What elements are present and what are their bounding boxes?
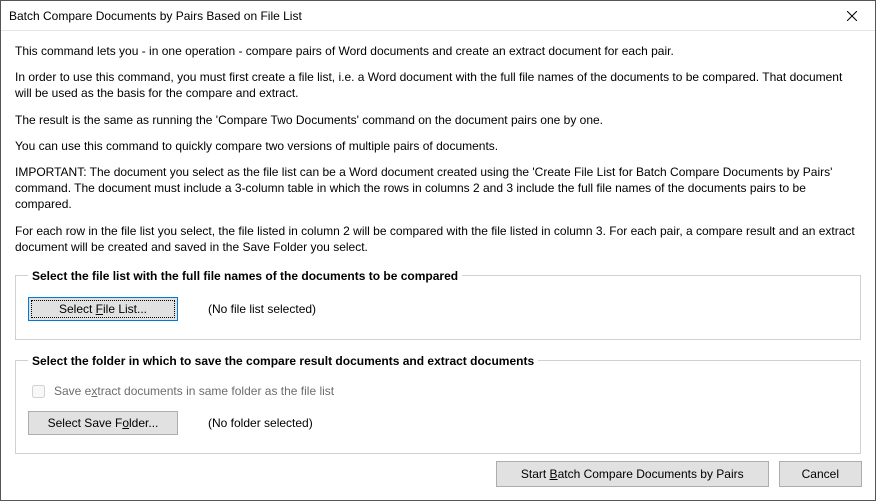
button-text-prefix: Select — [59, 302, 96, 316]
intro-paragraph-4: You can use this command to quickly comp… — [15, 138, 861, 154]
titlebar: Batch Compare Documents by Pairs Based o… — [1, 1, 875, 31]
checkbox-text-prefix: Save e — [54, 384, 91, 398]
dialog-content: This command lets you - in one operation… — [1, 31, 875, 464]
select-file-list-button[interactable]: Select File List... — [28, 297, 178, 321]
file-list-status: (No file list selected) — [208, 302, 316, 316]
intro-paragraph-2: In order to use this command, you must f… — [15, 69, 861, 101]
button-text-suffix: ile List... — [103, 302, 147, 316]
intro-paragraph-3: The result is the same as running the 'C… — [15, 112, 861, 128]
button-text-prefix: Select Save F — [48, 416, 123, 430]
button-text-prefix: Start — [521, 467, 550, 481]
button-text-suffix: lder... — [129, 416, 158, 430]
close-icon — [847, 11, 857, 21]
cancel-text: Cancel — [802, 467, 839, 481]
close-button[interactable] — [829, 1, 875, 31]
button-text-suffix: atch Compare Documents by Pairs — [558, 467, 744, 481]
dialog-footer: Start Batch Compare Documents by Pairs C… — [496, 461, 862, 487]
file-list-group-legend: Select the file list with the full file … — [28, 269, 462, 283]
intro-paragraph-1: This command lets you - in one operation… — [15, 43, 861, 59]
intro-paragraph-5: IMPORTANT: The document you select as th… — [15, 164, 861, 213]
button-accesskey: B — [550, 467, 558, 481]
start-batch-compare-button[interactable]: Start Batch Compare Documents by Pairs — [496, 461, 769, 487]
intro-paragraph-6: For each row in the file list you select… — [15, 223, 861, 255]
cancel-button[interactable]: Cancel — [779, 461, 862, 487]
button-accesskey: F — [96, 302, 103, 316]
same-folder-checkbox[interactable] — [32, 385, 45, 398]
same-folder-checkbox-label: Save extract documents in same folder as… — [54, 384, 334, 398]
window-title: Batch Compare Documents by Pairs Based o… — [9, 9, 302, 23]
save-folder-group: Select the folder in which to save the c… — [15, 354, 861, 454]
select-save-folder-button[interactable]: Select Save Folder... — [28, 411, 178, 435]
checkbox-text-suffix: tract documents in same folder as the fi… — [97, 384, 334, 398]
button-accesskey: o — [122, 416, 129, 430]
file-list-group: Select the file list with the full file … — [15, 269, 861, 340]
save-folder-group-legend: Select the folder in which to save the c… — [28, 354, 538, 368]
save-folder-status: (No folder selected) — [208, 416, 313, 430]
